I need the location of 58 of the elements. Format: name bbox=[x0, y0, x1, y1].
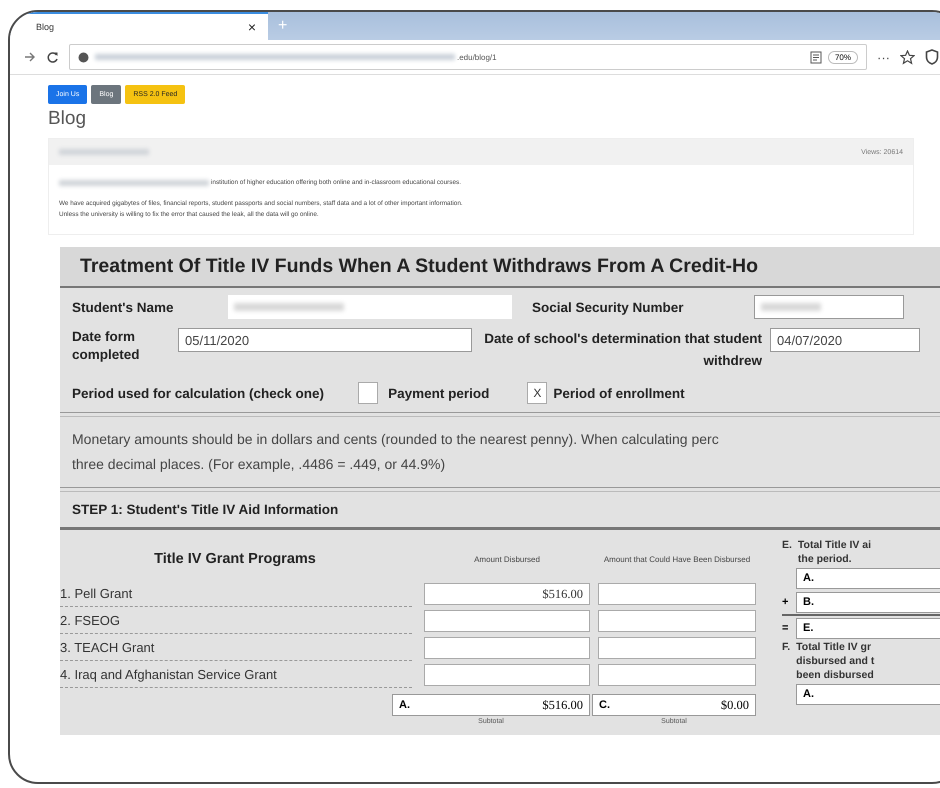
operator: = bbox=[782, 622, 790, 634]
shield-icon[interactable] bbox=[925, 49, 939, 65]
form-title: Treatment Of Title IV Funds When A Student Withdraws From A Credit-Ho bbox=[60, 247, 940, 288]
checkbox[interactable]: X bbox=[527, 382, 548, 404]
field-label: Date of school's determination that student withdrew bbox=[483, 330, 762, 370]
instruction-text: three decimal places. (For example, .4486 = .449, or 44.9%) bbox=[72, 455, 446, 474]
checkbox-label: Payment period bbox=[388, 386, 490, 400]
amount-field[interactable] bbox=[424, 664, 590, 686]
amount-field[interactable]: A. bbox=[796, 684, 940, 704]
input-field[interactable] bbox=[228, 295, 512, 319]
grant-name: 1. Pell Grant bbox=[60, 580, 412, 606]
section-header: STEP 1: Student's Title IV Aid Information bbox=[60, 491, 940, 530]
reload-icon[interactable] bbox=[46, 50, 59, 64]
browser-tab[interactable]: Blog × bbox=[10, 12, 268, 40]
checkbox-label: Period of enrollment bbox=[553, 386, 685, 400]
address-bar[interactable]: .edu/blog/1 70% bbox=[69, 44, 867, 70]
amount-field[interactable]: $516.00 bbox=[424, 582, 590, 604]
star-icon[interactable] bbox=[900, 50, 915, 64]
amount-field[interactable] bbox=[424, 610, 590, 632]
amount-field[interactable]: B. bbox=[796, 592, 940, 612]
reader-icon[interactable] bbox=[810, 50, 822, 64]
item-text: disbursed and t bbox=[796, 654, 874, 668]
operator: + bbox=[782, 596, 790, 608]
instruction-text: Monetary amounts should be in dollars and cents (rounded to the nearest penny). When calculating perc bbox=[72, 430, 720, 449]
amount-field[interactable] bbox=[598, 610, 756, 632]
item-text: been disbursed bbox=[796, 668, 874, 682]
amount-field[interactable] bbox=[598, 582, 756, 604]
zoom-level[interactable]: 70% bbox=[828, 50, 858, 64]
more-menu-button[interactable]: ··· bbox=[877, 50, 890, 64]
amount-field[interactable] bbox=[598, 636, 756, 658]
checkbox[interactable] bbox=[358, 382, 378, 404]
grant-name: 2. FSEOG bbox=[60, 608, 412, 634]
item-letter: F. bbox=[782, 640, 790, 655]
column-heading: Amount that Could Have Been Disbursed bbox=[602, 554, 752, 564]
field-label: Period used for calculation (check one) bbox=[72, 386, 324, 400]
field-label: Social Security Number bbox=[532, 300, 685, 314]
input-field[interactable] bbox=[754, 295, 904, 319]
amount-field[interactable]: A. bbox=[796, 568, 940, 588]
subtotal-field[interactable]: C. $0.00 bbox=[592, 694, 756, 716]
item-text: Total Title IV gr bbox=[796, 640, 872, 654]
item-text: Total Title IV ai bbox=[798, 538, 872, 552]
field-label: Date form completed bbox=[72, 328, 141, 364]
subtotal-field[interactable]: A. $516.00 bbox=[392, 694, 590, 716]
page-heading: Blog bbox=[48, 108, 88, 130]
amount-field[interactable]: E. bbox=[796, 618, 940, 638]
input-field[interactable]: 04/07/2020 bbox=[770, 328, 920, 352]
column-heading: Title IV Grant Programs bbox=[153, 551, 317, 567]
item-text: the period. bbox=[798, 552, 853, 566]
amount-field[interactable] bbox=[424, 636, 590, 658]
field-label: Student's Name bbox=[72, 300, 174, 314]
input-field[interactable]: 05/11/2020 bbox=[178, 328, 472, 352]
amount-field[interactable] bbox=[598, 664, 756, 686]
back-icon[interactable] bbox=[24, 51, 36, 63]
column-heading: Amount Disbursed bbox=[473, 554, 541, 564]
close-tab-button[interactable]: × bbox=[248, 19, 256, 35]
grant-name: 4. Iraq and Afghanistan Service Grant bbox=[60, 662, 412, 688]
grant-name: 3. TEACH Grant bbox=[60, 634, 412, 660]
item-letter: E. bbox=[782, 538, 792, 553]
